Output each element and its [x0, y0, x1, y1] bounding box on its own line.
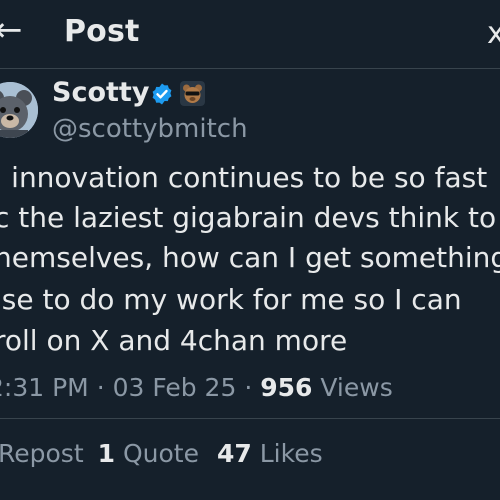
likes-label[interactable]: Likes	[260, 439, 323, 468]
meta-separator: ·	[96, 373, 105, 402]
verified-badge-icon	[152, 83, 172, 105]
post-text-line: lse to do my work for me so I can	[0, 283, 462, 316]
views-count: 956	[260, 373, 313, 402]
meta-divider	[0, 418, 500, 419]
engagement-stats: Repost 1 Quote 47 Likes	[0, 437, 323, 471]
post-time[interactable]: 2:31 PM	[0, 373, 89, 402]
post-date[interactable]: 03 Feb 25	[113, 373, 237, 402]
page-title: Post	[64, 14, 140, 49]
post-text-line: I innovation continues to be so fast	[0, 161, 488, 194]
views-label: Views	[320, 373, 393, 402]
post-text-line: roll on X and 4chan more	[0, 324, 348, 357]
close-icon[interactable]: x	[487, 14, 500, 54]
author-name[interactable]: Scotty	[52, 75, 149, 111]
quotes-label[interactable]: Quote	[123, 439, 199, 468]
reposts-link[interactable]: Repost	[0, 439, 84, 468]
top-bar: ← Post x	[0, 0, 500, 68]
author-handle[interactable]: @scottybmitch	[52, 112, 248, 146]
meta-separator: ·	[244, 373, 253, 402]
post-meta: 2:31 PM · 03 Feb 25 · 956 Views	[0, 371, 393, 405]
back-arrow-icon[interactable]: ←	[0, 10, 23, 50]
bear-affiliate-badge-icon	[180, 81, 205, 106]
quotes-count[interactable]: 1	[98, 439, 115, 468]
likes-count[interactable]: 47	[217, 439, 252, 468]
post-text-line: hemselves, how can I get something	[0, 241, 500, 274]
header-divider	[0, 68, 500, 69]
post-text-line: c the laziest gigabrain devs think to	[0, 201, 497, 234]
avatar[interactable]	[0, 82, 38, 138]
bear-avatar-icon	[0, 82, 38, 138]
